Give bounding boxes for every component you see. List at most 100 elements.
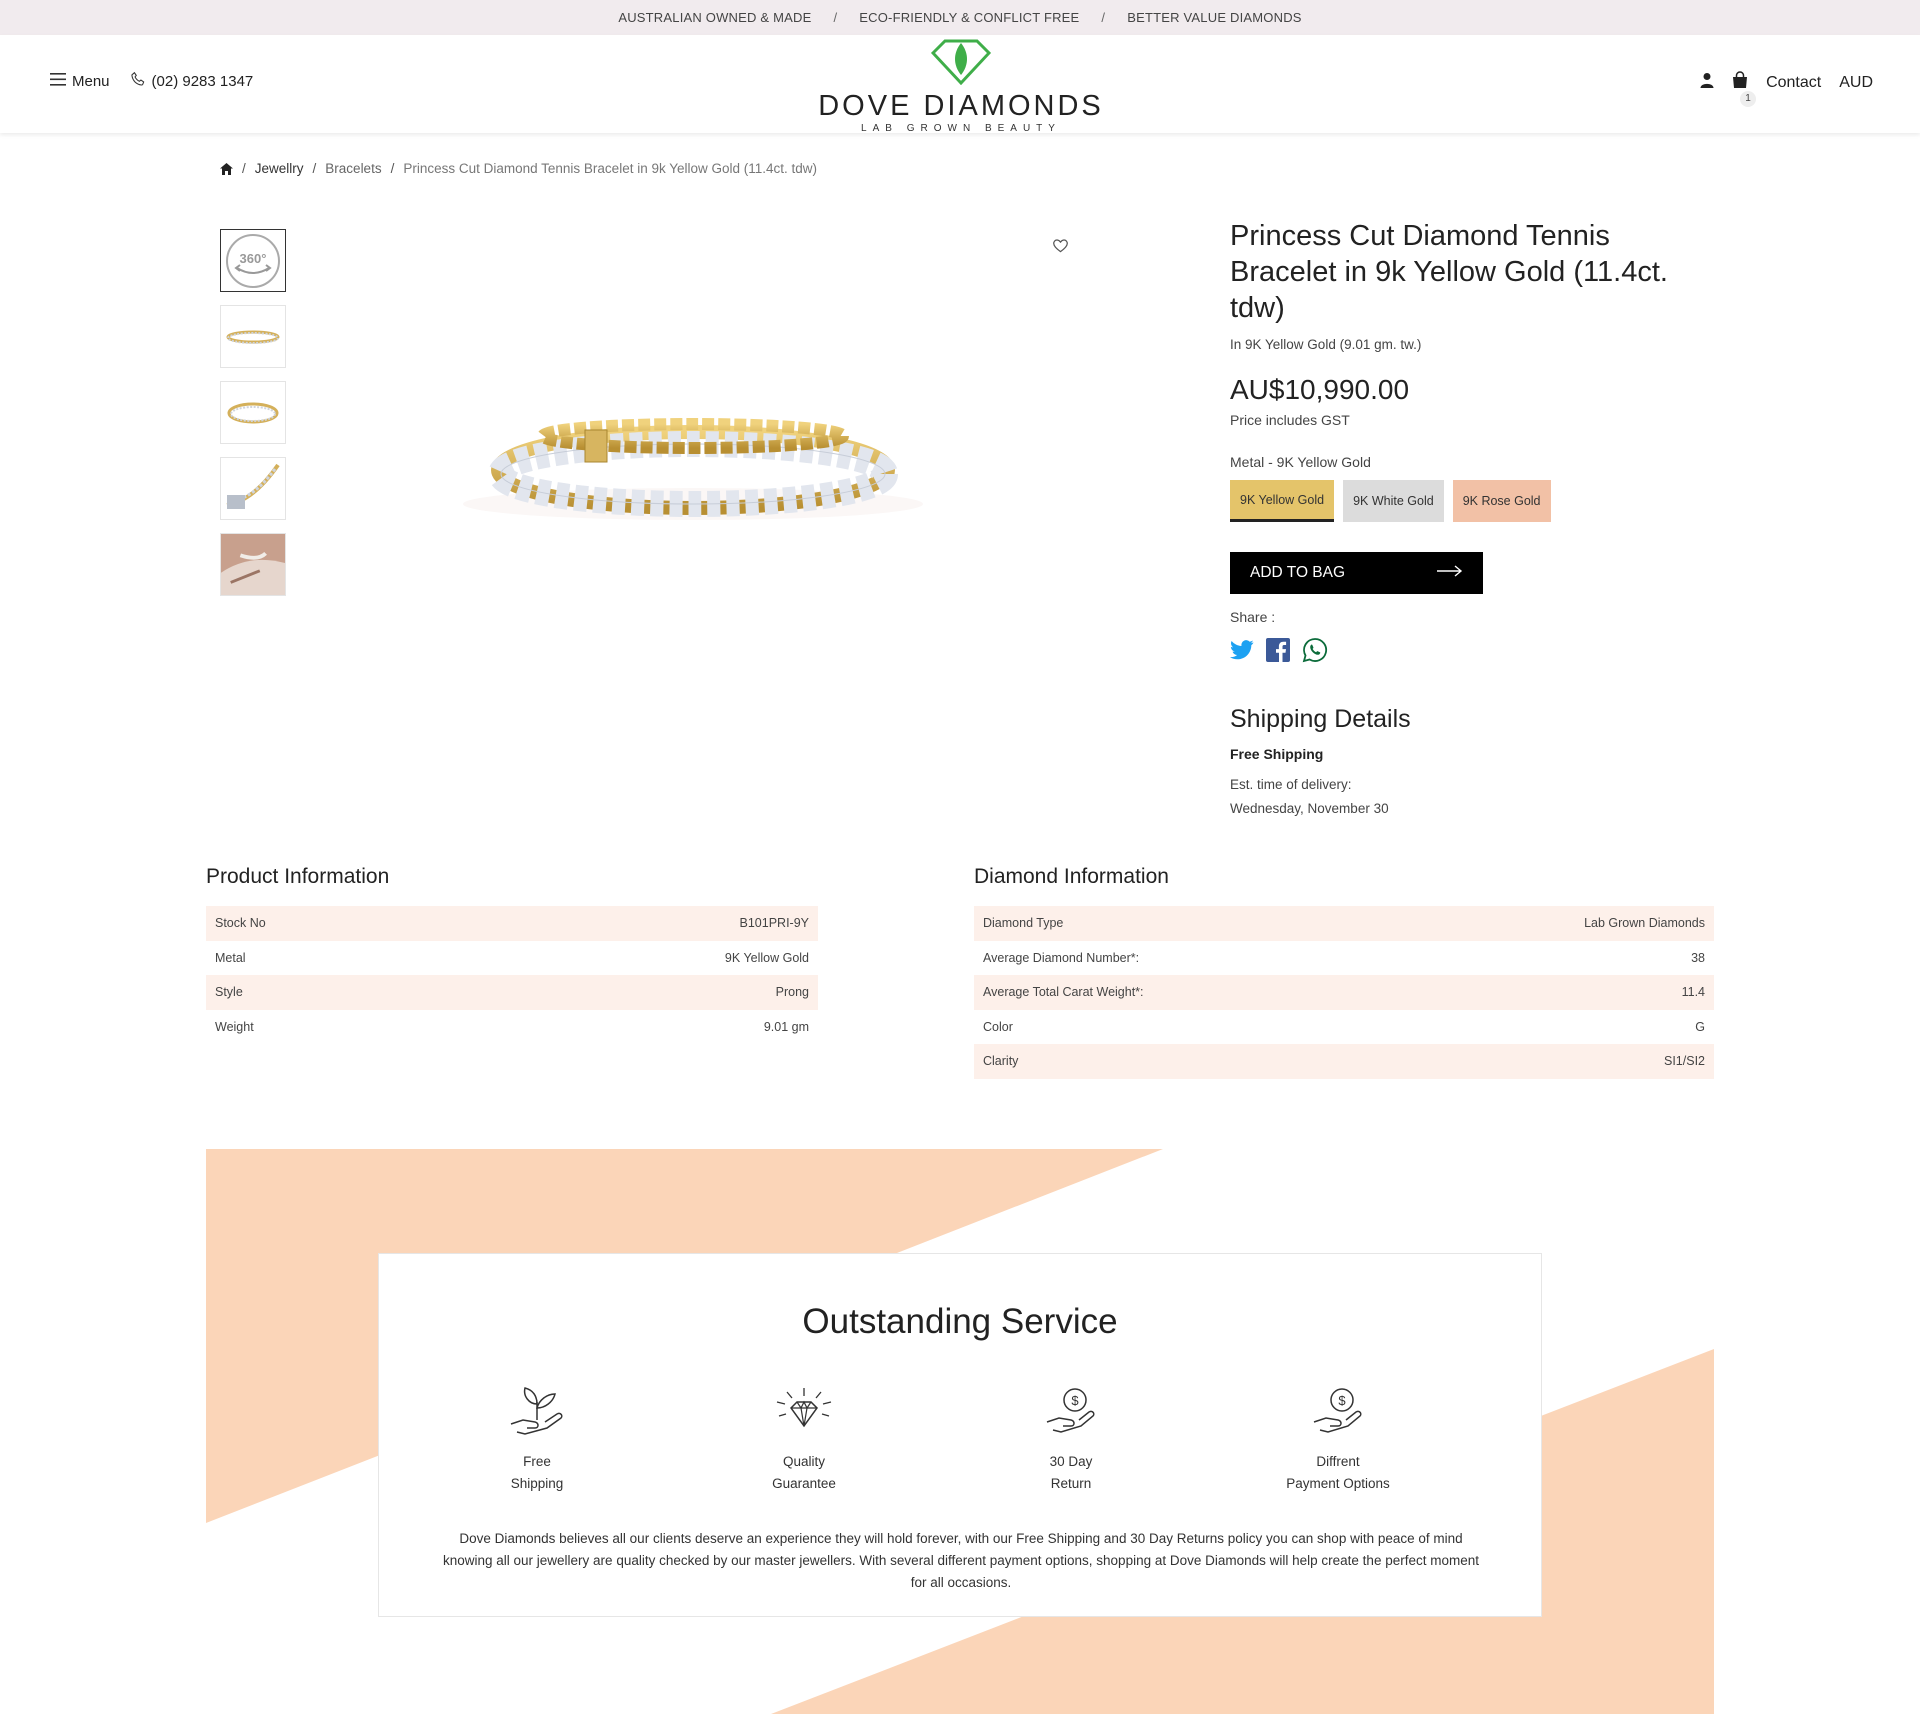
table-row: Average Total Carat Weight*: 11.4	[974, 975, 1714, 1010]
metal-option-white-gold[interactable]: 9K White Gold	[1343, 480, 1444, 522]
diamond-sparkle-icon	[773, 1388, 835, 1442]
breadcrumb: / Jewellry / Bracelets / Princess Cut Di…	[220, 161, 817, 176]
money-return-hand-icon: $	[1041, 1388, 1101, 1442]
product-information-title: Product Information	[206, 865, 390, 888]
row-value: G	[1695, 1019, 1705, 1034]
service-label: Quality Guarantee	[724, 1451, 884, 1495]
currency-selector[interactable]: AUD	[1839, 74, 1873, 92]
service-item-30-day-return: $ 30 Day Return	[991, 1386, 1151, 1495]
row-value: Prong	[775, 985, 809, 1000]
service-card: Outstanding Service Free Shipping Qualit…	[378, 1253, 1542, 1617]
service-label-line2: Payment Options	[1286, 1476, 1390, 1491]
svg-text:$: $	[1071, 1393, 1079, 1408]
row-label: Average Diamond Number*:	[983, 950, 1140, 965]
announcement-australian-owned: AUSTRALIAN OWNED & MADE	[618, 10, 812, 25]
shipping-estimate-label: Est. time of delivery:	[1230, 777, 1352, 792]
site-header: Menu (02) 9283 1347 DOVE DIAMONDS LAB GR…	[0, 35, 1920, 134]
phone-link[interactable]: (02) 9283 1347	[130, 71, 253, 91]
thumbnail-360[interactable]: 360°	[220, 229, 286, 292]
breadcrumb-separator: /	[390, 161, 395, 176]
row-label: Average Total Carat Weight*:	[983, 985, 1144, 1000]
site-logo[interactable]: DOVE DIAMONDS LAB GROWN BEAUTY	[818, 39, 1104, 134]
row-value: 11.4	[1681, 985, 1705, 1000]
breadcrumb-separator: /	[312, 161, 317, 176]
logo-tagline: LAB GROWN BEAUTY	[861, 123, 1061, 134]
plant-hand-icon	[507, 1387, 567, 1442]
service-label-line1: 30 Day	[1049, 1454, 1093, 1469]
service-item-quality-guarantee: Quality Guarantee	[724, 1386, 884, 1495]
announcement-better-value: BETTER VALUE DIAMONDS	[1127, 10, 1302, 25]
row-label: Metal	[215, 950, 246, 965]
row-label: Stock No	[215, 916, 266, 931]
twitter-icon[interactable]	[1230, 640, 1254, 660]
row-value: 38	[1691, 950, 1705, 965]
home-icon[interactable]	[220, 162, 233, 175]
row-label: Color	[983, 1019, 1013, 1034]
breadcrumb-jewellry[interactable]: Jewellry	[255, 161, 304, 176]
hamburger-icon	[50, 72, 66, 90]
table-row: Style Prong	[206, 975, 818, 1010]
thumbnail-bracelet-top[interactable]	[220, 381, 286, 444]
metal-options: 9K Yellow Gold 9K White Gold 9K Rose Gol…	[1230, 480, 1710, 522]
product-details: Princess Cut Diamond Tennis Bracelet in …	[1230, 218, 1710, 821]
service-label: 30 Day Return	[991, 1451, 1151, 1495]
wishlist-heart-icon[interactable]	[1052, 238, 1069, 258]
header-left: Menu (02) 9283 1347	[50, 71, 253, 91]
announcement-separator: /	[833, 10, 838, 25]
diamond-information-title: Diamond Information	[974, 865, 1169, 888]
row-value: 9.01 gm	[763, 1019, 809, 1034]
row-label: Clarity	[983, 1054, 1019, 1069]
table-row: Metal 9K Yellow Gold	[206, 941, 818, 976]
share-label: Share :	[1230, 609, 1276, 625]
service-item-payment-options: $ Diffrent Payment Options	[1258, 1386, 1418, 1495]
rotate-360-icon: 360°	[226, 233, 280, 288]
announcement-bar: AUSTRALIAN OWNED & MADE / ECO-FRIENDLY &…	[0, 0, 1920, 35]
add-to-bag-label: ADD TO BAG	[1250, 564, 1346, 581]
table-row: Clarity SI1/SI2	[974, 1044, 1714, 1079]
metal-option-rose-gold[interactable]: 9K Rose Gold	[1452, 480, 1551, 522]
whatsapp-icon[interactable]	[1302, 637, 1328, 663]
cart-button[interactable]: 1	[1732, 71, 1757, 107]
service-description: Dove Diamonds believes all our clients d…	[442, 1531, 1479, 1590]
cart-count-badge: 1	[1740, 91, 1757, 107]
thumbnail-bracelet-detail[interactable]	[220, 457, 286, 520]
row-value: B101PRI-9Y	[739, 916, 809, 931]
shipping-free-label: Free Shipping	[1230, 746, 1324, 762]
logo-wordmark: DOVE DIAMONDS	[818, 90, 1104, 122]
header-right: 1 Contact AUD	[1700, 71, 1873, 107]
row-value: SI1/SI2	[1664, 1054, 1705, 1069]
thumbnail-bracelet-front[interactable]	[220, 305, 286, 368]
thumbnail-model-wrist[interactable]	[220, 533, 286, 596]
service-label-line1: Diffrent	[1316, 1454, 1360, 1469]
arrow-right-icon	[1437, 564, 1463, 582]
svg-text:$: $	[1338, 1393, 1346, 1408]
product-title: Princess Cut Diamond Tennis Bracelet in …	[1230, 220, 1668, 324]
breadcrumb-bracelets[interactable]: Bracelets	[325, 161, 381, 176]
table-row: Color G	[974, 1010, 1714, 1045]
main-product-image[interactable]	[455, 222, 931, 552]
shipping-estimate-date: Wednesday, November 30	[1230, 801, 1389, 816]
product-subtitle: In 9K Yellow Gold (9.01 gm. tw.)	[1230, 337, 1422, 352]
add-to-bag-button[interactable]: ADD TO BAG	[1230, 552, 1483, 594]
breadcrumb-current: Princess Cut Diamond Tennis Bracelet in …	[403, 161, 818, 176]
table-row: Average Diamond Number*: 38	[974, 941, 1714, 976]
share-buttons	[1230, 637, 1710, 663]
announcement-separator: /	[1101, 10, 1106, 25]
table-row: Diamond Type Lab Grown Diamonds	[974, 906, 1714, 941]
service-label-line2: Shipping	[510, 1476, 564, 1491]
announcement-eco-friendly: ECO-FRIENDLY & CONFLICT FREE	[859, 10, 1080, 25]
account-icon[interactable]	[1700, 72, 1714, 93]
service-label-line2: Guarantee	[772, 1476, 836, 1491]
menu-button[interactable]: Menu	[50, 72, 110, 90]
metal-label: Metal - 9K Yellow Gold	[1230, 454, 1371, 470]
service-label-line1: Free	[523, 1454, 551, 1469]
service-label-line2: Return	[1050, 1476, 1092, 1491]
row-value: 9K Yellow Gold	[724, 950, 809, 965]
spin-label: 360°	[240, 251, 267, 266]
facebook-icon[interactable]	[1266, 638, 1290, 662]
contact-link[interactable]: Contact	[1766, 74, 1821, 92]
product-information: Product Information Stock No B101PRI-9Y …	[206, 865, 818, 1044]
metal-option-yellow-gold[interactable]: 9K Yellow Gold	[1230, 480, 1335, 522]
service-item-free-shipping: Free Shipping	[457, 1386, 617, 1495]
diamond-information: Diamond Information Diamond Type Lab Gro…	[974, 865, 1714, 1079]
